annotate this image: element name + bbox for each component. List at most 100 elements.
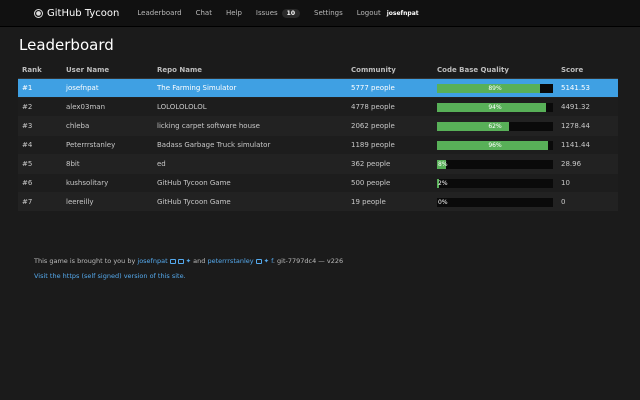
score-cell: 1278.44	[557, 116, 618, 136]
leaderboard-table: Rank User Name Repo Name Community Code …	[18, 60, 618, 211]
twitter-icon[interactable]: ✦	[264, 257, 269, 265]
code-quality-cell: 62%	[433, 116, 557, 136]
page-title: Leaderboard	[19, 36, 114, 54]
quality-progress-bar: 62%	[437, 121, 553, 131]
code-quality-cell: 94%	[433, 97, 557, 117]
table-row[interactable]: #7 leereilly GitHub Tycoon Game 19 people 0%…	[18, 192, 618, 211]
nav-help[interactable]: Help	[226, 9, 242, 17]
community-cell: 2062 people	[347, 116, 433, 136]
nav-chat[interactable]: Chat	[196, 9, 212, 17]
credits-and: and	[193, 257, 206, 265]
header-user-name: User Name	[62, 60, 153, 79]
code-quality-cell: 89%	[433, 78, 557, 98]
score-cell: 5141.53	[557, 78, 618, 98]
quality-progress-bar: 94%	[437, 102, 553, 112]
repo-name-cell: LOLOLOLOLOL	[153, 97, 347, 117]
score-cell: 0	[557, 192, 618, 211]
credits-prefix: This game is brought to you by	[34, 257, 136, 265]
brand-logo[interactable]: ● GitHub Tycoon	[34, 8, 119, 19]
score-cell: 1141.44	[557, 135, 618, 155]
quality-progress-bar: 89%	[437, 83, 553, 93]
code-quality-cell: 8%	[433, 154, 557, 174]
rank-cell: #3	[18, 116, 62, 136]
footer: This game is brought to you by josefnpat…	[34, 254, 343, 284]
email-icon[interactable]	[177, 258, 184, 264]
header-rank: Rank	[18, 60, 62, 79]
user-name-cell: leereilly	[62, 192, 153, 211]
issues-count-badge: 10	[281, 8, 301, 18]
twitter-icon[interactable]: ✦	[186, 257, 191, 265]
repo-name-cell: Badass Garbage Truck simulator	[153, 135, 347, 155]
quality-percent-label: 2%	[438, 179, 448, 187]
quality-progress-bar: 0%	[437, 197, 553, 207]
community-cell: 362 people	[347, 154, 433, 174]
community-cell: 5777 people	[347, 78, 433, 98]
nav-logout[interactable]: Logout	[357, 9, 381, 17]
github-icon[interactable]	[255, 258, 262, 264]
https-version-link[interactable]: Visit the https (self signed) version of…	[34, 272, 186, 280]
community-cell: 4778 people	[347, 97, 433, 117]
github-icon: ●	[34, 8, 43, 18]
rank-cell: #2	[18, 97, 62, 117]
rank-cell: #7	[18, 192, 62, 211]
quality-progress-bar: 96%	[437, 140, 553, 150]
quality-progress-bar: 2%	[437, 178, 553, 188]
repo-name-cell: GitHub Tycoon Game	[153, 173, 347, 193]
code-quality-cell: 2%	[433, 173, 557, 193]
table-row[interactable]: #4 Peterrrstanley Badass Garbage Truck sim…	[18, 135, 618, 155]
repo-name-cell: The Farming Simulator	[153, 78, 347, 98]
current-username: josefnpat	[386, 9, 419, 17]
nav-issues[interactable]: Issues 10	[255, 8, 301, 18]
community-cell: 19 people	[347, 192, 433, 211]
community-cell: 1189 people	[347, 135, 433, 155]
user-name-cell: chleba	[62, 116, 153, 136]
author-link-josefnpat[interactable]: josefnpat	[137, 257, 167, 265]
header-repo-name: Repo Name	[153, 60, 347, 79]
quality-percent-label: 62%	[488, 122, 502, 130]
version-text: . git-7797dc4 — v226	[272, 257, 344, 265]
quality-progress-bar: 8%	[437, 159, 553, 169]
rank-cell: #4	[18, 135, 62, 155]
user-name-cell: alex03man	[62, 97, 153, 117]
main-nav: Leaderboard Chat Help Issues 10 Settings…	[137, 8, 419, 18]
code-quality-cell: 0%	[433, 192, 557, 211]
user-name-cell: 8bit	[62, 154, 153, 174]
user-name-cell: Peterrrstanley	[62, 135, 153, 155]
issues-label: Issues	[255, 9, 278, 17]
quality-percent-label: 0%	[438, 198, 448, 206]
header-code-quality: Code Base Quality	[433, 60, 557, 79]
nav-leaderboard[interactable]: Leaderboard	[137, 9, 181, 17]
leaderboard-table-wrapper: Rank User Name Repo Name Community Code …	[18, 60, 618, 211]
rank-cell: #5	[18, 154, 62, 174]
community-cell: 500 people	[347, 173, 433, 193]
header-score: Score	[557, 60, 618, 79]
header-community: Community	[347, 60, 433, 79]
brand-name: GitHub Tycoon	[47, 7, 120, 19]
table-row[interactable]: #3 chleba licking carpet software house 206…	[18, 116, 618, 136]
score-cell: 28.96	[557, 154, 618, 174]
credits-line: This game is brought to you by josefnpat…	[34, 254, 343, 269]
quality-percent-label: 8%	[438, 160, 448, 168]
score-cell: 4491.32	[557, 97, 618, 117]
score-cell: 10	[557, 173, 618, 193]
repo-name-cell: GitHub Tycoon Game	[153, 192, 347, 211]
quality-percent-label: 94%	[488, 103, 502, 111]
repo-name-cell: ed	[153, 154, 347, 174]
table-header-row: Rank User Name Repo Name Community Code …	[18, 60, 618, 79]
table-row[interactable]: #1 josefnpat The Farming Simulator 5777 peo…	[18, 78, 618, 98]
repo-name-cell: licking carpet software house	[153, 116, 347, 136]
rank-cell: #6	[18, 173, 62, 193]
author-link-peterrrstanley[interactable]: peterrrstanley	[207, 257, 253, 265]
user-name-cell: josefnpat	[62, 78, 153, 98]
table-row[interactable]: #6 kushsolitary GitHub Tycoon Game 500 peop…	[18, 173, 618, 193]
user-name-cell: kushsolitary	[62, 173, 153, 193]
quality-percent-label: 96%	[488, 141, 502, 149]
nav-settings[interactable]: Settings	[314, 9, 343, 17]
top-navbar: ● GitHub Tycoon Leaderboard Chat Help Is…	[0, 0, 640, 27]
table-row[interactable]: #2 alex03man LOLOLOLOLOL 4778 people 94% 4491…	[18, 97, 618, 117]
rank-cell: #1	[18, 78, 62, 98]
quality-percent-label: 89%	[488, 84, 502, 92]
github-icon[interactable]	[169, 258, 176, 264]
code-quality-cell: 96%	[433, 135, 557, 155]
table-row[interactable]: #5 8bit ed 362 people 8% 28.96	[18, 154, 618, 174]
